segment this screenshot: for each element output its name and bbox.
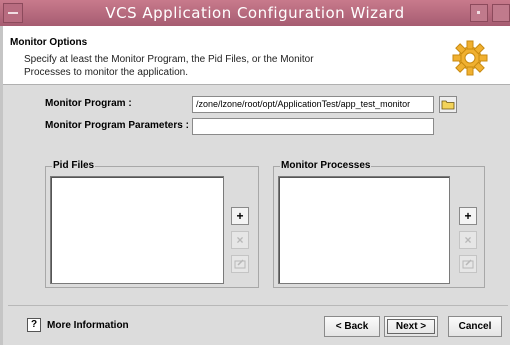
maximize-button[interactable]: [492, 4, 510, 22]
edit-icon: [462, 259, 474, 269]
monitor-program-field[interactable]: /zone/lzone/root/opt/ApplicationTest/app…: [192, 96, 434, 113]
window-title: VCS Application Configuration Wizard: [105, 4, 405, 22]
process-add-button[interactable]: +: [459, 207, 477, 225]
monitor-params-field[interactable]: [192, 118, 434, 135]
wizard-window: VCS Application Configuration Wizard Mon…: [0, 0, 510, 345]
monitor-processes-group: Monitor Processes + ×: [273, 160, 485, 288]
page-title: Monitor Options: [10, 37, 88, 48]
pid-edit-button[interactable]: [231, 255, 249, 273]
pid-remove-button[interactable]: ×: [231, 231, 249, 249]
minimize-button[interactable]: [470, 4, 488, 22]
monitor-processes-list[interactable]: [278, 176, 450, 284]
pid-files-group: Pid Files + ×: [45, 160, 259, 288]
gear-icon: [452, 40, 488, 76]
page-header: Monitor Options Specify at least the Mon…: [0, 26, 510, 85]
footer-divider: [8, 305, 508, 306]
edit-icon: [234, 259, 246, 269]
folder-icon: [441, 100, 455, 110]
monitor-program-label: Monitor Program :: [45, 98, 132, 109]
pid-add-button[interactable]: +: [231, 207, 249, 225]
back-button[interactable]: < Back: [324, 316, 380, 337]
more-information-link[interactable]: More Information: [47, 320, 129, 331]
cancel-button[interactable]: Cancel: [448, 316, 502, 337]
next-button[interactable]: Next >: [384, 316, 438, 337]
left-edge: [0, 26, 3, 345]
page-description: Specify at least the Monitor Program, th…: [24, 54, 314, 78]
monitor-processes-title: Monitor Processes: [280, 160, 372, 172]
pid-files-title: Pid Files: [52, 160, 96, 172]
monitor-params-label: Monitor Program Parameters :: [45, 120, 189, 131]
title-bar[interactable]: VCS Application Configuration Wizard: [0, 0, 510, 26]
process-remove-button[interactable]: ×: [459, 231, 477, 249]
process-edit-button[interactable]: [459, 255, 477, 273]
pid-files-list[interactable]: [50, 176, 224, 284]
help-icon[interactable]: ?: [27, 318, 41, 332]
browse-button[interactable]: [439, 96, 457, 113]
